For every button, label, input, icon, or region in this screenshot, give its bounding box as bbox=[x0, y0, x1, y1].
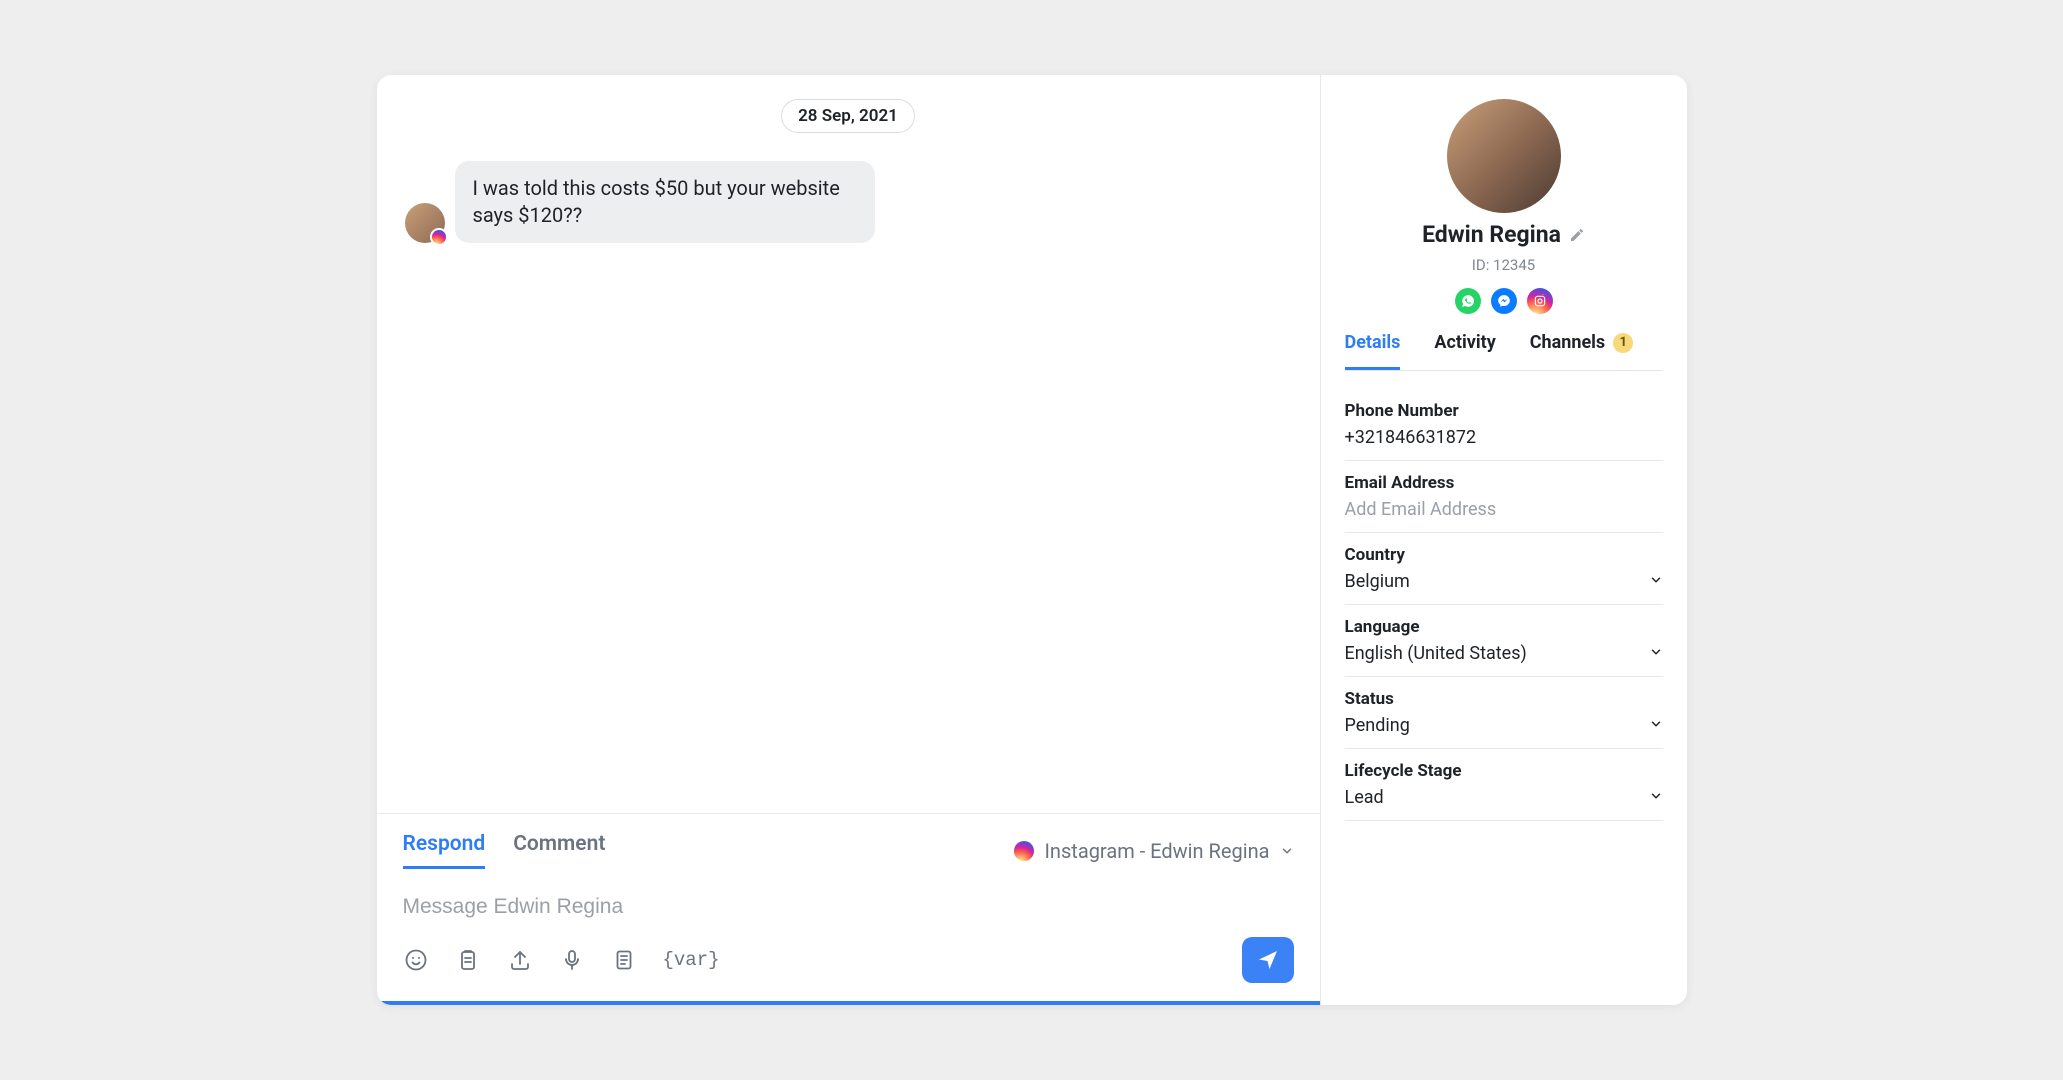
message-avatar bbox=[405, 203, 445, 243]
channel-selector-label: Instagram - Edwin Regina bbox=[1044, 839, 1269, 863]
contact-channel-icons bbox=[1455, 288, 1553, 314]
chat-pane: 28 Sep, 2021 I was told this costs $50 b… bbox=[377, 75, 1321, 1005]
field-label: Status bbox=[1345, 689, 1663, 709]
field-label: Lifecycle Stage bbox=[1345, 761, 1663, 781]
whatsapp-icon[interactable] bbox=[1455, 288, 1481, 314]
field-placeholder: Add Email Address bbox=[1345, 499, 1497, 520]
field-lifecycle[interactable]: Lifecycle Stage Lead bbox=[1345, 749, 1663, 821]
date-separator: 28 Sep, 2021 bbox=[781, 99, 915, 133]
chevron-down-icon bbox=[1649, 572, 1663, 591]
profile-header: Edwin Regina ID: 12345 bbox=[1345, 99, 1663, 314]
chevron-down-icon bbox=[1649, 644, 1663, 663]
field-label: Email Address bbox=[1345, 473, 1663, 493]
tab-respond[interactable]: Respond bbox=[403, 832, 486, 869]
microphone-icon[interactable] bbox=[559, 947, 585, 973]
tab-activity[interactable]: Activity bbox=[1434, 332, 1495, 370]
channels-count-badge: 1 bbox=[1613, 333, 1633, 353]
chevron-down-icon bbox=[1649, 716, 1663, 735]
instagram-icon bbox=[430, 228, 448, 246]
field-label: Country bbox=[1345, 545, 1663, 565]
chat-message-area: 28 Sep, 2021 I was told this costs $50 b… bbox=[377, 75, 1320, 813]
chevron-down-icon bbox=[1280, 844, 1294, 858]
upload-icon[interactable] bbox=[507, 947, 533, 973]
message-composer: Respond Comment Instagram - Edwin Regina bbox=[377, 813, 1320, 1005]
avatar bbox=[1447, 99, 1561, 213]
field-email[interactable]: Email Address Add Email Address bbox=[1345, 461, 1663, 533]
field-country[interactable]: Country Belgium bbox=[1345, 533, 1663, 605]
tab-channels[interactable]: Channels 1 bbox=[1530, 332, 1633, 370]
snippet-icon[interactable] bbox=[611, 947, 637, 973]
tab-details[interactable]: Details bbox=[1345, 332, 1401, 370]
channel-selector[interactable]: Instagram - Edwin Regina bbox=[1014, 839, 1293, 863]
composer-tabs: Respond Comment bbox=[403, 832, 606, 869]
contact-sidebar: Edwin Regina ID: 12345 Details Act bbox=[1321, 75, 1687, 1005]
message-input[interactable] bbox=[403, 877, 1294, 937]
field-status[interactable]: Status Pending bbox=[1345, 677, 1663, 749]
instagram-icon[interactable] bbox=[1527, 288, 1553, 314]
app-window: 28 Sep, 2021 I was told this costs $50 b… bbox=[377, 75, 1687, 1005]
contact-id: ID: 12345 bbox=[1472, 256, 1535, 274]
composer-toolbar: {var} bbox=[403, 937, 1294, 1005]
tab-comment[interactable]: Comment bbox=[513, 832, 605, 869]
field-value: English (United States) bbox=[1345, 643, 1527, 664]
field-value: Pending bbox=[1345, 715, 1410, 736]
field-phone[interactable]: Phone Number +321846631872 bbox=[1345, 389, 1663, 461]
message-bubble: I was told this costs $50 but your websi… bbox=[455, 161, 875, 243]
field-label: Language bbox=[1345, 617, 1663, 637]
field-value: Belgium bbox=[1345, 571, 1410, 592]
field-language[interactable]: Language English (United States) bbox=[1345, 605, 1663, 677]
instagram-icon bbox=[1014, 841, 1034, 861]
emoji-icon[interactable] bbox=[403, 947, 429, 973]
variable-icon[interactable]: {var} bbox=[663, 949, 720, 971]
contact-name: Edwin Regina bbox=[1422, 221, 1561, 248]
pencil-icon[interactable] bbox=[1569, 227, 1585, 243]
message-row: I was told this costs $50 but your websi… bbox=[405, 161, 1292, 243]
field-value: +321846631872 bbox=[1345, 427, 1477, 448]
field-value: Lead bbox=[1345, 787, 1384, 808]
tab-channels-label: Channels bbox=[1530, 332, 1605, 353]
field-label: Phone Number bbox=[1345, 401, 1663, 421]
chevron-down-icon bbox=[1649, 788, 1663, 807]
clipboard-icon[interactable] bbox=[455, 947, 481, 973]
composer-accent bbox=[377, 1001, 1320, 1005]
messenger-icon[interactable] bbox=[1491, 288, 1517, 314]
send-button[interactable] bbox=[1242, 937, 1294, 983]
sidebar-tabs: Details Activity Channels 1 bbox=[1345, 332, 1663, 371]
